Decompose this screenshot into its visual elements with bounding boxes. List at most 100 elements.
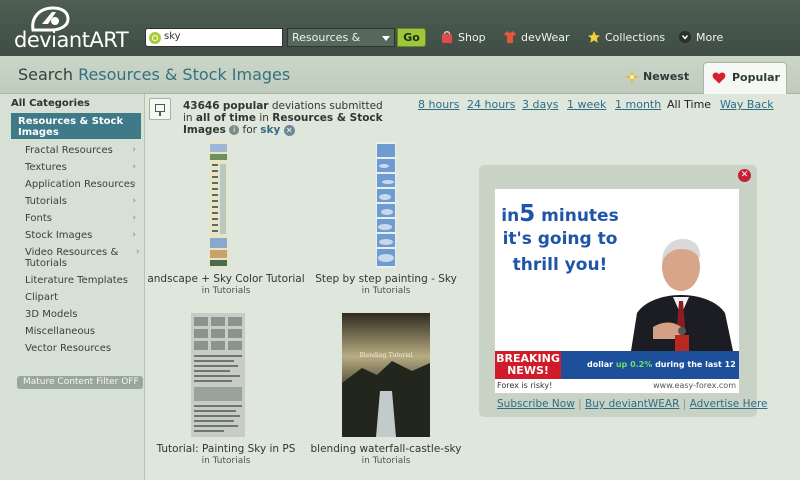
buy-deviantwear-link[interactable]: Buy deviantWEAR — [585, 398, 679, 410]
deviantart-logo[interactable]: deviantART — [14, 4, 129, 52]
heart-icon — [712, 72, 726, 84]
time-filter-8-hours[interactable]: 8 hours — [418, 98, 459, 111]
search-bar: sky Resources & Go — [145, 28, 427, 47]
sidebar-item-label: Vector Resources — [25, 343, 112, 354]
sidebar-item-label: 3D Models — [25, 309, 78, 320]
go-button[interactable]: Go — [397, 28, 426, 47]
chevron-right-icon: › — [132, 179, 136, 189]
ad-breaking-news: BREAKING NEWS! — [495, 351, 561, 379]
ad-disclaimer: Forex is risky! — [497, 381, 553, 390]
thumbnail-title[interactable]: Tutorial: Painting Sky in PS — [145, 443, 307, 455]
thumbnail-image[interactable] — [209, 142, 228, 268]
thumbnail-image[interactable]: Blending Tutorial — [342, 313, 430, 437]
sidebar-item-vector-resources[interactable]: Vector Resources — [25, 343, 140, 354]
advertisement-banner[interactable]: in5 minutes it's going to thrill you! BR… — [494, 188, 740, 394]
time-filter-all-time[interactable]: All Time — [667, 98, 711, 111]
deviation-thumbnail[interactable]: Tutorial: Painting Sky in PS in Tutorial… — [145, 312, 307, 468]
nav-shop-label: Shop — [458, 31, 486, 44]
search-input[interactable]: sky — [145, 28, 283, 47]
deviation-thumbnail[interactable]: andscape + Sky Color Tutorial in Tutoria… — [145, 142, 307, 300]
top-bar: deviantART sky Resources & Go Shop devWe… — [0, 0, 800, 56]
sidebar-item-clipart[interactable]: Clipart — [25, 292, 140, 303]
all-categories-link[interactable]: All Categories — [11, 98, 90, 109]
sidebar-item-textures[interactable]: Textures › — [25, 162, 140, 173]
time-filter-1-month[interactable]: 1 month — [615, 98, 661, 111]
tab-newest-label: Newest — [643, 70, 690, 83]
ad-ticker: dollar up 0.2% during the last 12 ho — [587, 360, 739, 369]
selected-category[interactable]: Resources & Stock Images — [11, 113, 141, 139]
chevron-down-icon — [382, 36, 390, 41]
more-icon — [679, 31, 691, 43]
ad-url: www.easy-forex.com — [653, 381, 736, 390]
thumbnail-category[interactable]: in Tutorials — [307, 286, 465, 296]
time-filter-24-hours[interactable]: 24 hours — [467, 98, 515, 111]
search-icon — [149, 32, 161, 44]
deviation-thumbnail[interactable]: Step by step painting - Sky in Tutorials — [307, 142, 465, 300]
page-title-prefix: Search — [18, 65, 73, 84]
nav-collections-label: Collections — [605, 31, 666, 44]
sidebar-item-miscellaneous[interactable]: Miscellaneous — [25, 326, 140, 337]
time-filter-1-week[interactable]: 1 week — [567, 98, 606, 111]
sidebar-item-application-resources[interactable]: Application Resources › — [25, 179, 140, 190]
page-title: Search Resources & Stock Images — [18, 65, 290, 84]
ad-text: 5 — [519, 201, 536, 227]
thumbnail-category[interactable]: in Tutorials — [307, 456, 465, 466]
results-text: for — [242, 124, 257, 136]
sidebar-item-label: Stock Images — [25, 230, 93, 241]
results-popular-word: popular — [222, 100, 269, 112]
thumbnail-category[interactable]: in Tutorials — [145, 286, 307, 296]
thumbnail-title[interactable]: andscape + Sky Color Tutorial — [145, 273, 307, 285]
results-count: 43646 — [183, 100, 220, 112]
ad-ticker-change: up 0.2% — [615, 360, 653, 369]
search-scope-select[interactable]: Resources & — [287, 28, 395, 47]
nav-more-label: More — [696, 31, 724, 44]
ad-headline-1: in5 minutes — [495, 201, 625, 227]
chevron-right-icon: › — [132, 145, 136, 155]
sidebar-item-fractal-resources[interactable]: Fractal Resources › — [25, 145, 140, 156]
results-text: in — [183, 112, 193, 124]
results-text: in — [259, 112, 269, 124]
sidebar-item-tutorials[interactable]: Tutorials › — [25, 196, 140, 207]
ad-links: Subscribe Now | Buy deviantWEAR | Advert… — [497, 398, 768, 410]
thumbnail-category[interactable]: in Tutorials — [145, 456, 307, 466]
category-sidebar: All Categories Resources & Stock Images … — [0, 94, 145, 480]
thumbnail-image[interactable] — [376, 142, 396, 268]
page-title-category[interactable]: Resources & Stock Images — [78, 65, 290, 84]
presentation-icon — [149, 98, 171, 120]
sidebar-item-label: Tutorials — [25, 196, 67, 207]
thumbnail-title[interactable]: blending waterfall-castle-sky — [307, 443, 465, 455]
results-query[interactable]: sky — [260, 124, 280, 136]
ad-ticker-text: dollar — [587, 360, 614, 369]
sparkle-icon — [625, 70, 639, 84]
results-timeframe: all of time — [195, 112, 256, 124]
sidebar-item-label: Textures — [25, 162, 67, 173]
sidebar-item-literature-templates[interactable]: Literature Templates — [25, 275, 140, 286]
results-text: deviations submitted — [271, 100, 383, 112]
close-ad-icon[interactable]: ✕ — [738, 169, 751, 182]
sidebar-item-label: Video Resources & Tutorials — [25, 247, 119, 269]
sidebar-item-label: Application Resources — [25, 179, 136, 190]
advertise-here-link[interactable]: Advertise Here — [690, 398, 768, 410]
sidebar-item-stock-images[interactable]: Stock Images › — [25, 230, 140, 241]
sidebar-item-fonts[interactable]: Fonts › — [25, 213, 140, 224]
tab-popular[interactable]: Popular — [703, 62, 787, 94]
link-separator: | — [682, 398, 687, 410]
thumbnail-title[interactable]: Step by step painting - Sky — [307, 273, 465, 285]
search-scope-value: Resources & — [292, 31, 361, 44]
info-icon[interactable]: i — [229, 125, 240, 135]
ad-text: minutes — [541, 206, 619, 226]
clear-query-icon[interactable]: ✕ — [283, 124, 295, 136]
time-filter-way-back[interactable]: Way Back — [720, 98, 774, 111]
time-filter-3-days[interactable]: 3 days — [522, 98, 558, 111]
deviation-thumbnail[interactable]: Blending Tutorial blending waterfall-cas… — [307, 312, 465, 468]
sidebar-item-video-resources[interactable]: Video Resources & Tutorials — [25, 247, 120, 269]
sidebar-item-3d-models[interactable]: 3D Models — [25, 309, 140, 320]
chevron-right-icon: › — [132, 230, 136, 240]
ad-text: in — [501, 206, 520, 226]
tab-newest[interactable]: Newest — [617, 62, 697, 92]
results-summary: 43646 popular deviations submitted in al… — [183, 100, 383, 136]
subscribe-now-link[interactable]: Subscribe Now — [497, 398, 575, 410]
mature-content-filter-toggle[interactable]: Mature Content Filter OFF — [17, 376, 143, 389]
thumbnail-image[interactable] — [191, 313, 245, 437]
ad-ticker-text: during the last 12 ho — [655, 360, 739, 369]
